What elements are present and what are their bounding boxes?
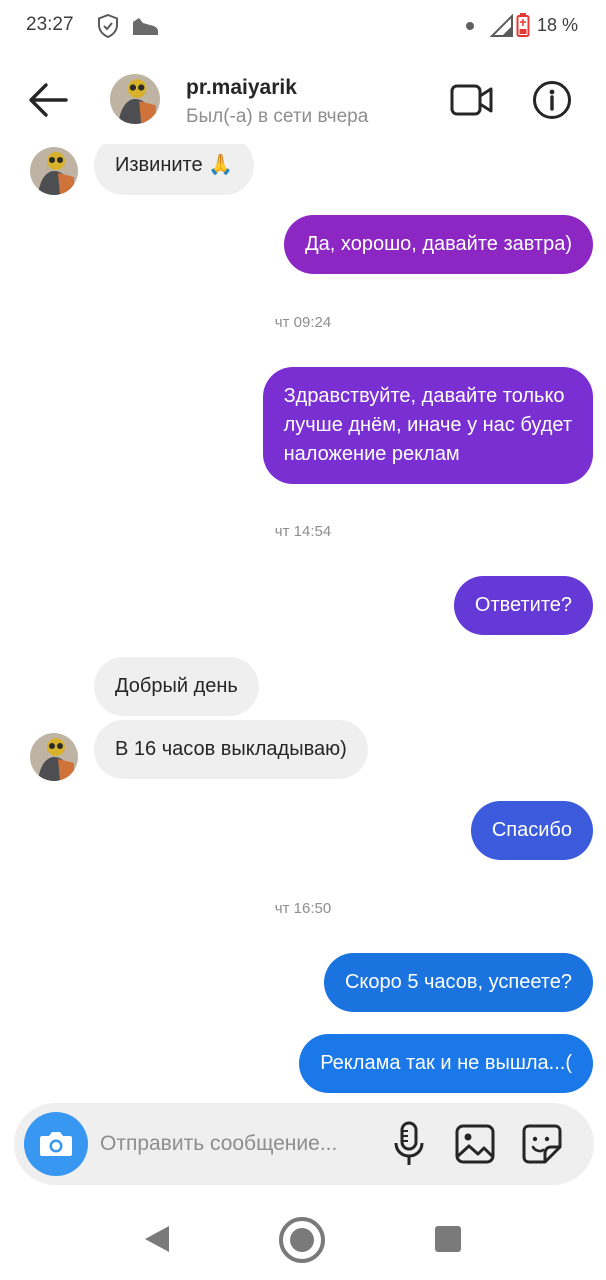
- message-text-line: наложение реклам: [283, 443, 460, 465]
- message-bubble-outgoing[interactable]: Да, хорошо, давайте завтра): [284, 215, 593, 274]
- message-timestamp: чт 16:50: [274, 900, 332, 917]
- message-text: Добрый день: [115, 675, 238, 697]
- nav-home-icon[interactable]: [278, 1216, 326, 1264]
- back-arrow-icon[interactable]: [26, 80, 70, 120]
- message-timestamp: чт 09:24: [274, 314, 332, 331]
- message-bubble-outgoing[interactable]: Ответите?: [453, 576, 593, 635]
- nav-recents-icon[interactable]: [435, 1226, 461, 1252]
- message-text: Реклама так и не вышла...(: [320, 1052, 572, 1074]
- message-bubble-incoming[interactable]: В 16 часов выкладываю): [94, 720, 368, 779]
- message-text: Да, хорошо, давайте завтра): [305, 233, 572, 255]
- chat-header: pr.maiyarik Был(-а) в сети вчера: [0, 52, 606, 144]
- camera-button[interactable]: [24, 1112, 88, 1176]
- message-composer: [14, 1103, 594, 1185]
- nav-back-icon[interactable]: [143, 1224, 171, 1254]
- message-text: Спасибо: [491, 819, 572, 841]
- message-bubble-incoming[interactable]: Извините 🙏: [94, 136, 255, 195]
- system-nav-bar: [0, 1196, 606, 1280]
- video-call-icon[interactable]: [450, 82, 494, 118]
- message-bubble-outgoing[interactable]: Реклама так и не вышла...(: [299, 1034, 593, 1093]
- message-bubble-outgoing[interactable]: Здравствуйте, давайте только лучше днём,…: [262, 367, 593, 484]
- microphone-icon[interactable]: [392, 1121, 426, 1167]
- message-text: В 16 часов выкладываю): [115, 738, 347, 760]
- camera-icon: [40, 1132, 72, 1156]
- info-icon[interactable]: [532, 80, 572, 120]
- avatar-image-icon: [30, 147, 78, 195]
- contact-username[interactable]: pr.maiyarik: [186, 76, 297, 100]
- message-input[interactable]: [100, 1123, 380, 1165]
- header-avatar[interactable]: [110, 74, 160, 124]
- message-bubble-outgoing[interactable]: Скоро 5 часов, успеете?: [323, 953, 593, 1012]
- presence-status: Был(-а) в сети вчера: [186, 106, 369, 127]
- contact-avatar[interactable]: [30, 733, 78, 781]
- sticker-icon[interactable]: [521, 1123, 563, 1165]
- message-list[interactable]: Извините 🙏 Да, хорошо, давайте завтра) ч…: [0, 0, 606, 1100]
- message-text: Скоро 5 часов, успеете?: [344, 971, 572, 993]
- message-bubble-incoming[interactable]: Добрый день: [94, 657, 259, 716]
- avatar-image-icon: [110, 74, 160, 124]
- avatar-image-icon: [30, 733, 78, 781]
- gallery-icon[interactable]: [454, 1123, 496, 1165]
- message-timestamp: чт 14:54: [274, 523, 332, 540]
- message-text-line: Здравствуйте, давайте только: [283, 385, 565, 407]
- contact-avatar[interactable]: [30, 147, 78, 195]
- message-text-line: лучше днём, иначе у нас будет: [283, 414, 572, 436]
- message-text: Ответите?: [474, 594, 572, 616]
- message-bubble-outgoing[interactable]: Спасибо: [470, 801, 593, 860]
- message-text: Извините 🙏: [115, 154, 234, 176]
